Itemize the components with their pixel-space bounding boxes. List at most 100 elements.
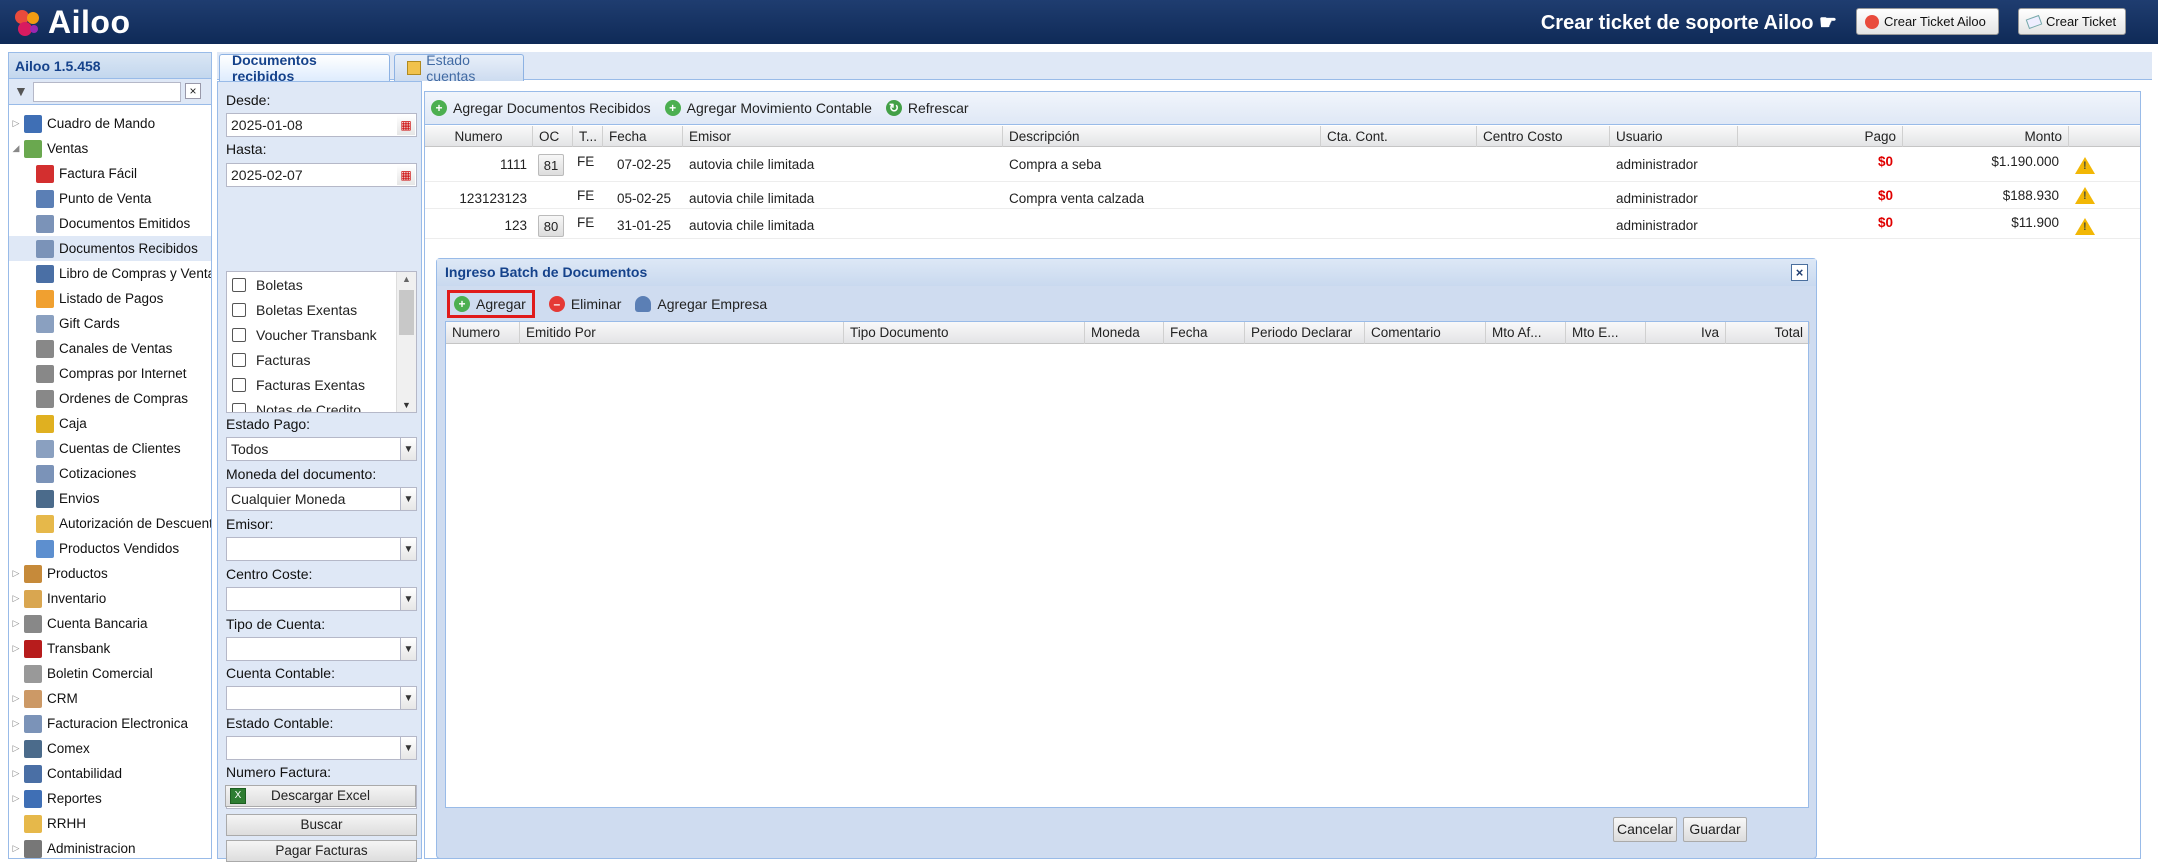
close-icon[interactable]: × xyxy=(1791,264,1808,281)
column-header[interactable]: Usuario xyxy=(1610,126,1738,147)
agregar-documentos-button[interactable]: + Agregar Documentos Recibidos xyxy=(431,100,651,116)
chevron-down-icon[interactable]: ▼ xyxy=(400,488,416,510)
sidebar-item-documentos-recibidos[interactable]: Documentos Recibidos xyxy=(9,236,211,261)
column-header[interactable]: Fecha xyxy=(603,126,683,147)
sidebar-item-administracion[interactable]: ▷ Administracion xyxy=(9,836,136,858)
doc-type-checkbox[interactable]: Boletas xyxy=(227,272,395,297)
column-header[interactable]: Cta. Cont. xyxy=(1321,126,1477,147)
table-row[interactable]: 123 80 FE 31-01-25 autovia chile limitada adm… xyxy=(425,209,2140,239)
tipo-cuenta-select[interactable]: ▼ xyxy=(226,637,417,661)
chevron-down-icon[interactable]: ▼ xyxy=(400,438,416,460)
warning-icon[interactable]: ! xyxy=(2075,157,2095,174)
batch-column-header[interactable]: Periodo Declarar xyxy=(1245,322,1365,344)
sidebar-search-input[interactable] xyxy=(33,82,181,102)
batch-column-header[interactable]: Mto E... xyxy=(1566,322,1646,344)
sidebar-item-libro-de-compras-y-ventas[interactable]: Libro de Compras y Ventas xyxy=(9,261,211,286)
doc-type-checkbox[interactable]: Notas de Credito xyxy=(227,397,395,412)
filter-icon[interactable]: ▼ xyxy=(14,83,28,99)
column-header[interactable]: Emisor xyxy=(683,126,1003,147)
expand-icon[interactable]: ▷ xyxy=(11,568,21,579)
sidebar-item-productos[interactable]: ▷ Productos xyxy=(9,561,108,586)
sidebar-item-factura-f-cil[interactable]: Factura Fácil xyxy=(9,161,137,186)
doc-type-checkbox[interactable]: Facturas xyxy=(227,347,395,372)
batch-column-header[interactable]: Emitido Por xyxy=(520,322,844,344)
agregar-movimiento-button[interactable]: + Agregar Movimiento Contable xyxy=(664,100,872,116)
clear-search-icon[interactable]: × xyxy=(185,83,201,99)
expand-icon[interactable]: ▷ xyxy=(11,643,21,654)
calendar-icon[interactable]: ▦ xyxy=(397,115,415,135)
sidebar-item-rrhh[interactable]: RRHH xyxy=(9,811,86,836)
chevron-down-icon[interactable]: ▼ xyxy=(400,687,416,709)
sidebar-item-comex[interactable]: ▷ Comex xyxy=(9,736,90,761)
chevron-down-icon[interactable]: ▼ xyxy=(400,638,416,660)
sidebar-item-punto-de-venta[interactable]: Punto de Venta xyxy=(9,186,151,211)
sidebar-item-crm[interactable]: ▷ CRM xyxy=(9,686,78,711)
guardar-button[interactable]: Guardar xyxy=(1683,817,1747,842)
oc-button[interactable]: 80 xyxy=(538,215,564,237)
tab-estado-cuentas[interactable]: Estado cuentas xyxy=(394,52,524,84)
batch-column-header[interactable]: Numero xyxy=(446,322,520,344)
moneda-select[interactable]: Cualquier Moneda ▼ xyxy=(226,487,417,511)
expand-icon[interactable]: ▷ xyxy=(11,843,21,854)
checkbox-icon[interactable] xyxy=(232,352,246,367)
expand-icon[interactable]: ▷ xyxy=(11,743,21,754)
checkbox-icon[interactable] xyxy=(232,327,246,342)
sidebar-item-caja[interactable]: Caja xyxy=(9,411,87,436)
collapse-icon[interactable]: ◢ xyxy=(11,143,21,154)
chevron-down-icon[interactable]: ▼ xyxy=(400,538,416,560)
batch-column-header[interactable]: Fecha xyxy=(1164,322,1245,344)
agregar-empresa-button[interactable]: Agregar Empresa xyxy=(635,296,767,312)
crear-ticket-ailoo-button[interactable]: Crear Ticket Ailoo xyxy=(1856,8,1999,35)
checkbox-icon[interactable] xyxy=(232,377,246,392)
desde-input[interactable]: 2025-01-08 ▦ xyxy=(226,113,417,137)
column-header[interactable]: T... xyxy=(573,126,603,147)
sidebar-item-boletin-comercial[interactable]: Boletin Comercial xyxy=(9,661,153,686)
estado-contable-select[interactable]: ▼ xyxy=(226,736,417,760)
expand-icon[interactable]: ▷ xyxy=(11,793,21,804)
column-header[interactable]: Numero xyxy=(425,126,533,147)
scroll-thumb[interactable] xyxy=(399,290,414,335)
expand-icon[interactable]: ▷ xyxy=(11,718,21,729)
doc-type-checkbox[interactable]: Facturas Exentas xyxy=(227,372,395,397)
sidebar-item-gift-cards[interactable]: Gift Cards xyxy=(9,311,120,336)
table-row[interactable]: 1111 81 FE 07-02-25 autovia chile limitada Co… xyxy=(425,148,2140,182)
logo[interactable]: Ailoo xyxy=(12,4,130,41)
descargar-excel-button[interactable]: X Descargar Excel xyxy=(225,785,416,807)
expand-icon[interactable]: ▷ xyxy=(11,693,21,704)
batch-column-header[interactable]: Moneda xyxy=(1085,322,1164,344)
sidebar-item-documentos-emitidos[interactable]: Documentos Emitidos xyxy=(9,211,190,236)
warning-icon[interactable]: ! xyxy=(2075,218,2095,235)
checklist-scrollbar[interactable]: ▲ ▼ xyxy=(396,272,416,412)
emisor-select[interactable]: ▼ xyxy=(226,537,417,561)
sidebar-item-productos-vendidos[interactable]: Productos Vendidos xyxy=(9,536,179,561)
sidebar-item-cotizaciones[interactable]: Cotizaciones xyxy=(9,461,136,486)
doc-type-checkbox[interactable]: Boletas Exentas xyxy=(227,297,395,322)
table-row[interactable]: 123123123 FE 05-02-25 autovia chile limitad… xyxy=(425,182,2140,209)
centro-coste-select[interactable]: ▼ xyxy=(226,587,417,611)
column-header[interactable]: Descripción xyxy=(1003,126,1321,147)
checkbox-icon[interactable] xyxy=(232,277,246,292)
tab-documentos-recibidos[interactable]: Documentos recibidos xyxy=(219,52,390,84)
scroll-up-icon[interactable]: ▲ xyxy=(402,274,411,284)
agregar-button[interactable]: + Agregar xyxy=(447,290,535,318)
cuenta-contable-select[interactable]: ▼ xyxy=(226,686,417,710)
sidebar-item-contabilidad[interactable]: ▷ Contabilidad xyxy=(9,761,122,786)
sidebar-item-autorizaci-n-de-descuentos[interactable]: Autorización de Descuentos xyxy=(9,511,211,536)
column-header[interactable]: Pago xyxy=(1738,126,1903,147)
oc-button[interactable]: 81 xyxy=(538,154,564,176)
chevron-down-icon[interactable]: ▼ xyxy=(400,737,416,759)
expand-icon[interactable]: ▷ xyxy=(11,768,21,779)
doc-type-checkbox[interactable]: Voucher Transbank xyxy=(227,322,395,347)
sidebar-item-ordenes-de-compras[interactable]: Ordenes de Compras xyxy=(9,386,188,411)
sidebar-item-transbank[interactable]: ▷ Transbank xyxy=(9,636,110,661)
sidebar-item-listado-de-pagos[interactable]: Listado de Pagos xyxy=(9,286,163,311)
batch-column-header[interactable]: Iva xyxy=(1646,322,1726,344)
batch-column-header[interactable]: Comentario xyxy=(1365,322,1486,344)
expand-icon[interactable]: ▷ xyxy=(11,118,21,129)
sidebar-item-ventas[interactable]: ◢ Ventas xyxy=(9,136,88,161)
sidebar-item-cuenta-bancaria[interactable]: ▷ Cuenta Bancaria xyxy=(9,611,148,636)
warning-icon[interactable]: ! xyxy=(2075,187,2095,204)
sidebar-item-cuentas-de-clientes[interactable]: Cuentas de Clientes xyxy=(9,436,181,461)
sidebar-item-facturacion-electronica[interactable]: ▷ Facturacion Electronica xyxy=(9,711,188,736)
sidebar-item-inventario[interactable]: ▷ Inventario xyxy=(9,586,106,611)
